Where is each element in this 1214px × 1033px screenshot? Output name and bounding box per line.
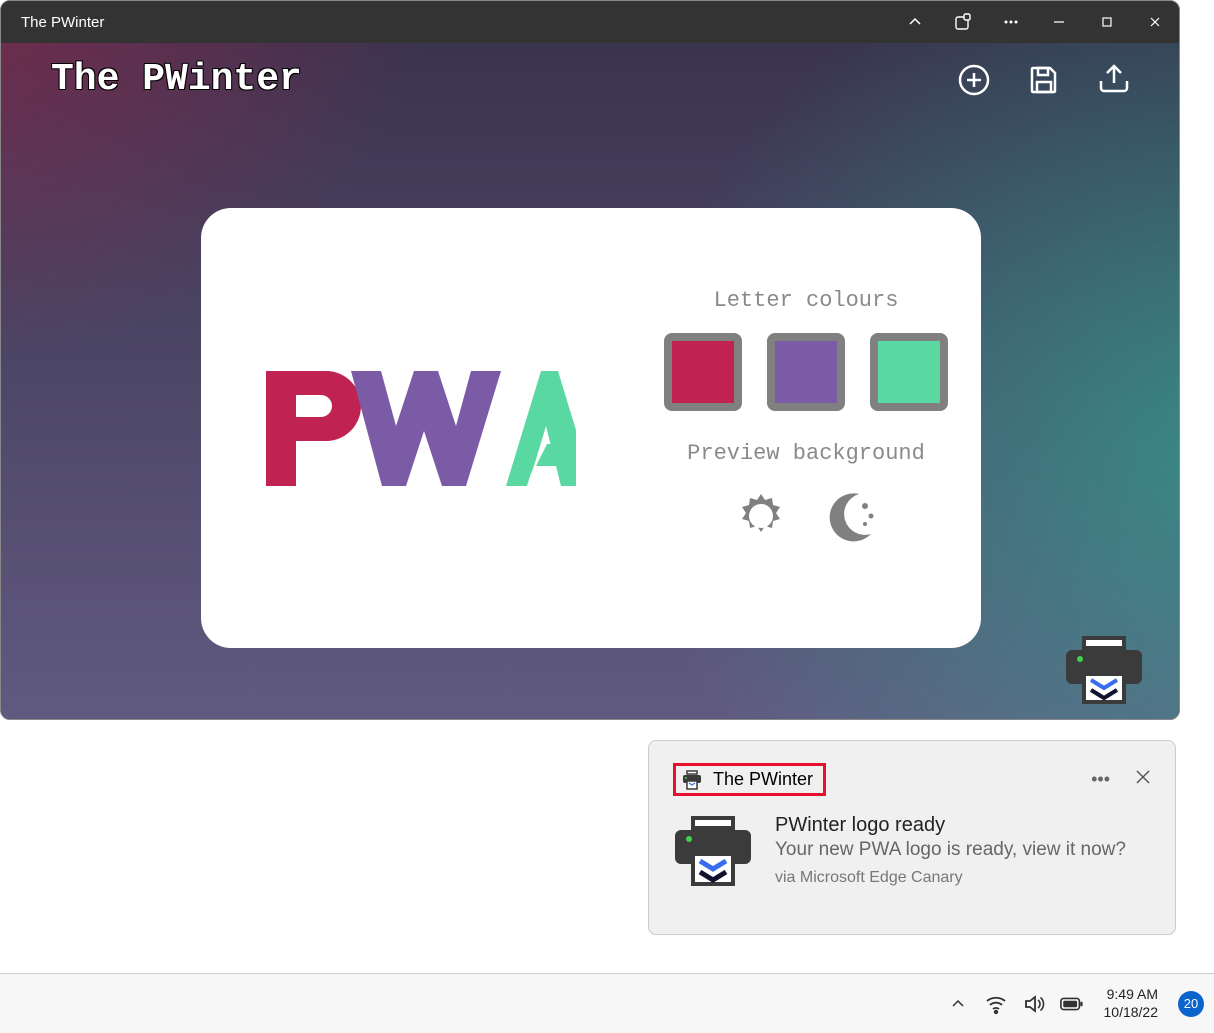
app-window: The PWinter The PWinter xyxy=(0,0,1180,720)
toast-header: The PWinter ••• xyxy=(673,763,1151,796)
toast-title: PWinter logo ready xyxy=(775,814,1151,837)
save-icon[interactable] xyxy=(1024,60,1064,100)
notification-badge[interactable]: 20 xyxy=(1178,991,1204,1017)
wifi-icon[interactable] xyxy=(984,992,1008,1016)
toast-app-label: The PWinter xyxy=(713,769,813,790)
taskbar: 9:49 AM 10/18/22 20 xyxy=(0,973,1214,1033)
window-title: The PWinter xyxy=(21,14,104,31)
app-body: The PWinter xyxy=(1,43,1179,719)
chevron-up-icon[interactable] xyxy=(891,1,939,43)
extensions-icon[interactable] xyxy=(939,1,987,43)
toast-via: via Microsoft Edge Canary xyxy=(775,869,1151,887)
app-header: The PWinter xyxy=(1,43,1179,101)
app-actions xyxy=(954,60,1134,100)
preview-bg-label: Preview background xyxy=(641,441,971,466)
toast-icon xyxy=(673,814,753,891)
preview-card: Letter colours Preview background xyxy=(201,208,981,648)
tray-chevron-icon[interactable] xyxy=(946,992,970,1016)
toast-message: Your new PWA logo is ready, view it now? xyxy=(775,839,1151,861)
toast-controls: ••• xyxy=(1091,769,1151,790)
volume-icon[interactable] xyxy=(1022,992,1046,1016)
toast-more-icon[interactable]: ••• xyxy=(1091,769,1110,790)
bg-toggles xyxy=(641,486,971,546)
more-icon[interactable] xyxy=(987,1,1035,43)
letter-colours-label: Letter colours xyxy=(641,288,971,313)
print-button[interactable] xyxy=(1064,634,1144,704)
battery-icon[interactable] xyxy=(1060,992,1084,1016)
controls-panel: Letter colours Preview background xyxy=(641,208,981,648)
taskbar-time: 9:49 AM xyxy=(1104,986,1159,1004)
colour-swatch-a[interactable] xyxy=(870,333,948,411)
maximize-button[interactable] xyxy=(1083,1,1131,43)
toast-body: PWinter logo ready Your new PWA logo is … xyxy=(673,814,1151,891)
toast-text: PWinter logo ready Your new PWA logo is … xyxy=(775,814,1151,891)
printer-icon xyxy=(681,770,703,790)
close-button[interactable] xyxy=(1131,1,1179,43)
dark-mode-icon[interactable] xyxy=(821,486,881,546)
notification-toast: The PWinter ••• PWinter logo ready Your … xyxy=(648,740,1176,935)
toast-close-icon[interactable] xyxy=(1135,769,1151,790)
taskbar-date: 10/18/22 xyxy=(1104,1004,1159,1022)
colour-swatch-w[interactable] xyxy=(767,333,845,411)
taskbar-clock[interactable]: 9:49 AM 10/18/22 xyxy=(1104,986,1159,1021)
add-icon[interactable] xyxy=(954,60,994,100)
colour-swatches xyxy=(641,333,971,411)
pwa-logo xyxy=(266,371,576,486)
logo-preview xyxy=(201,208,641,648)
toast-app-name-highlighted: The PWinter xyxy=(673,763,826,796)
titlebar: The PWinter xyxy=(1,1,1179,43)
colour-swatch-p[interactable] xyxy=(664,333,742,411)
titlebar-controls xyxy=(891,1,1179,43)
minimize-button[interactable] xyxy=(1035,1,1083,43)
app-title: The PWinter xyxy=(51,58,302,101)
light-mode-icon[interactable] xyxy=(731,486,791,546)
share-icon[interactable] xyxy=(1094,60,1134,100)
